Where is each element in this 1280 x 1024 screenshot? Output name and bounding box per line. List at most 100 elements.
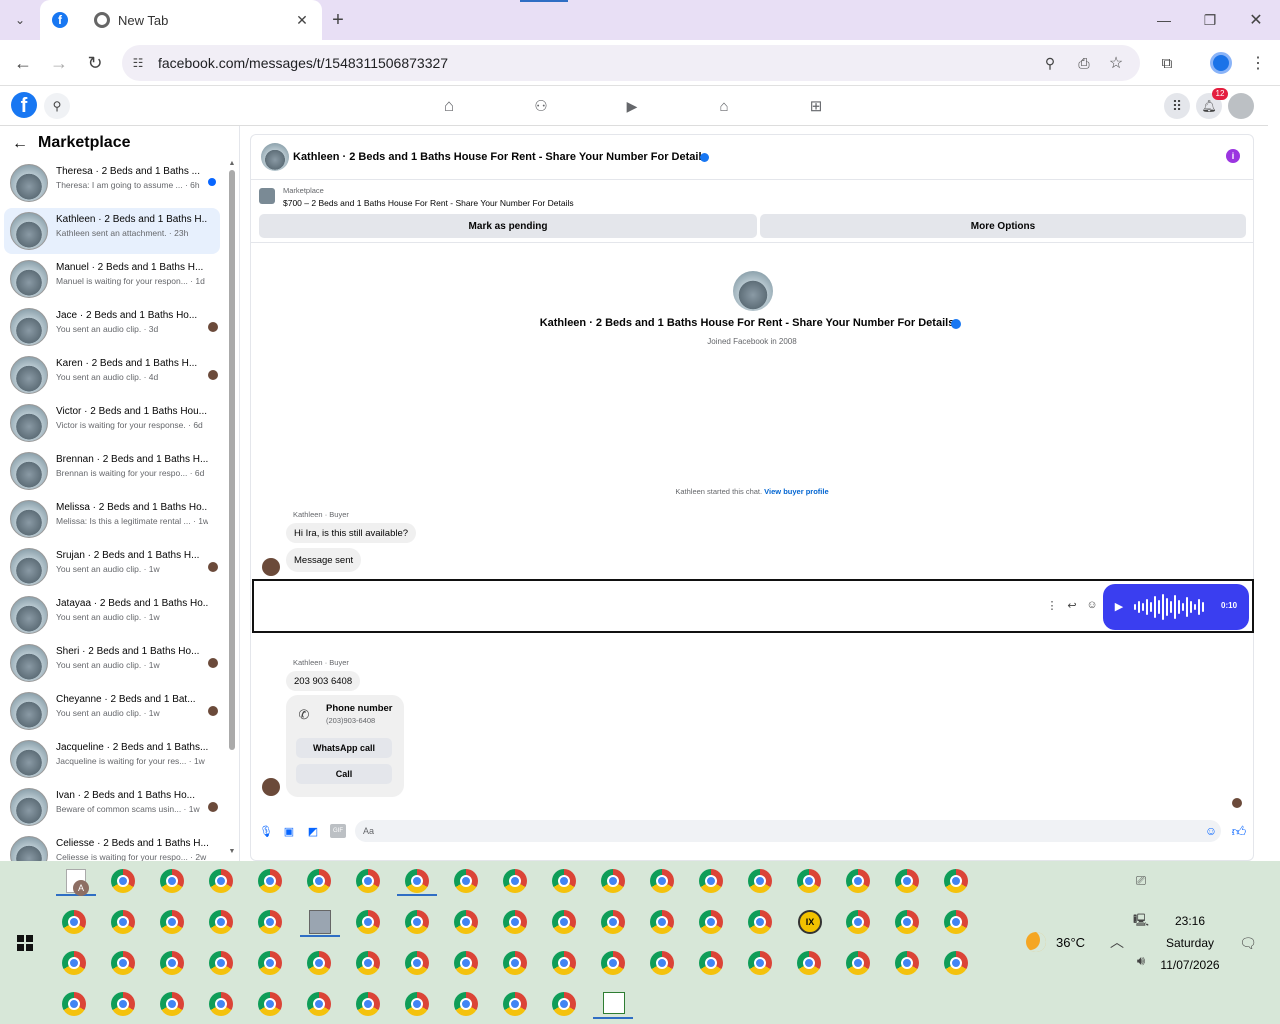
search-icon[interactable]: ⚲ bbox=[44, 93, 70, 119]
video-icon[interactable]: ▶ bbox=[619, 94, 645, 118]
header-avatar[interactable] bbox=[261, 143, 289, 171]
chrome-app-icon[interactable] bbox=[405, 951, 429, 975]
chrome-app-icon[interactable] bbox=[454, 869, 478, 893]
profile-avatar[interactable] bbox=[733, 271, 773, 311]
chrome-app-icon[interactable] bbox=[62, 910, 86, 934]
chrome-app-icon[interactable] bbox=[503, 910, 527, 934]
chrome-app-icon[interactable] bbox=[209, 910, 233, 934]
notification-center-icon[interactable]: 🗨︎ bbox=[1238, 933, 1258, 953]
conversation-item[interactable]: Manuel · 2 Beds and 1 Baths H... Manuel i… bbox=[4, 256, 220, 302]
chrome-app-icon[interactable] bbox=[895, 869, 919, 893]
reply-icon[interactable]: ↩ bbox=[1064, 597, 1080, 613]
sender-avatar[interactable] bbox=[262, 558, 280, 576]
scroll-up-icon[interactable]: ▲ bbox=[226, 158, 238, 168]
home-icon[interactable]: ⌂ bbox=[436, 94, 462, 118]
chrome-app-icon[interactable] bbox=[503, 992, 527, 1016]
reload-icon[interactable]: ↻ bbox=[82, 50, 108, 76]
conversation-item[interactable]: Kathleen · 2 Beds and 1 Baths H... Kathle… bbox=[4, 208, 220, 254]
bookmark-star-icon[interactable]: ☆ bbox=[1106, 53, 1126, 73]
scroll-down-icon[interactable]: ▼ bbox=[226, 846, 238, 856]
chevron-up-icon[interactable]: ︿ bbox=[1108, 932, 1126, 952]
extensions-icon[interactable]: ⧉ bbox=[1156, 52, 1178, 74]
url-text[interactable]: facebook.com/messages/t/1548311506873327 bbox=[158, 55, 448, 71]
chrome-app-icon[interactable] bbox=[307, 951, 331, 975]
weather-icon[interactable] bbox=[1026, 932, 1046, 952]
more-options-button[interactable]: More Options bbox=[760, 214, 1246, 238]
microphone-icon[interactable]: 🎙︎ bbox=[259, 823, 273, 839]
chrome-app-icon[interactable] bbox=[209, 992, 233, 1016]
conversation-item[interactable]: Ivan · 2 Beds and 1 Baths Ho... Beware of… bbox=[4, 784, 220, 830]
conversation-item[interactable]: Karen · 2 Beds and 1 Baths H... You sent … bbox=[4, 352, 220, 398]
chrome-app-icon[interactable] bbox=[797, 869, 821, 893]
chrome-app-icon[interactable] bbox=[895, 910, 919, 934]
chrome-app-icon[interactable] bbox=[405, 869, 429, 893]
whatsapp-call-button[interactable]: WhatsApp call bbox=[296, 738, 392, 758]
app-preview-icon[interactable] bbox=[309, 910, 331, 934]
gif-icon[interactable]: GIF bbox=[330, 824, 346, 838]
chrome-app-icon[interactable] bbox=[160, 910, 184, 934]
sender-avatar[interactable] bbox=[262, 778, 280, 796]
chat-header-title[interactable]: Kathleen · 2 Beds and 1 Baths House For … bbox=[293, 151, 708, 163]
chrome-app-icon[interactable] bbox=[307, 992, 331, 1016]
message-bubble[interactable]: Message sent bbox=[286, 548, 362, 572]
chrome-app-icon[interactable] bbox=[209, 951, 233, 975]
chrome-app-icon[interactable] bbox=[160, 869, 184, 893]
like-thumb-icon[interactable]: 👍︎ bbox=[1231, 822, 1247, 840]
windows-start-icon[interactable] bbox=[17, 935, 33, 951]
chrome-app-icon[interactable] bbox=[454, 992, 478, 1016]
chrome-app-icon[interactable] bbox=[944, 869, 968, 893]
chrome-app-icon[interactable] bbox=[552, 951, 576, 975]
photo-icon[interactable]: ▣ bbox=[282, 823, 296, 839]
chrome-app-icon[interactable] bbox=[258, 992, 282, 1016]
minimize-icon[interactable]: — bbox=[1150, 8, 1178, 32]
forward-icon[interactable]: → bbox=[46, 50, 72, 76]
restore-icon[interactable]: ❐ bbox=[1196, 8, 1224, 32]
emoji-icon[interactable]: ☺ bbox=[1203, 823, 1219, 839]
chrome-app-icon[interactable] bbox=[454, 951, 478, 975]
chrome-app-icon[interactable] bbox=[944, 951, 968, 975]
mark-pending-button[interactable]: Mark as pending bbox=[259, 214, 757, 238]
chrome-app-icon[interactable] bbox=[748, 869, 772, 893]
conversation-item[interactable]: Srujan · 2 Beds and 1 Baths H... You sent… bbox=[4, 544, 220, 590]
menu-grid-icon[interactable]: ⠿ bbox=[1164, 93, 1190, 119]
tab-search-button[interactable]: ⌄ bbox=[8, 8, 32, 32]
chrome-app-icon[interactable] bbox=[552, 992, 576, 1016]
chrome-app-icon[interactable] bbox=[944, 910, 968, 934]
react-emoji-icon[interactable]: ☺ bbox=[1084, 597, 1100, 613]
conversation-item[interactable]: Cheyanne · 2 Beds and 1 Bat... You sent a… bbox=[4, 688, 220, 734]
weather-temp[interactable]: 36°C bbox=[1056, 935, 1085, 950]
marketplace-icon[interactable]: ⌂ bbox=[711, 94, 737, 118]
chrome-app-icon[interactable] bbox=[356, 869, 380, 893]
chrome-app-icon[interactable] bbox=[650, 951, 674, 975]
conversation-item[interactable]: Brennan · 2 Beds and 1 Baths H... Brennan… bbox=[4, 448, 220, 494]
chrome-app-icon[interactable] bbox=[356, 910, 380, 934]
volume-icon[interactable]: 🔊︎ bbox=[1132, 952, 1150, 970]
more-actions-icon[interactable]: ⋮ bbox=[1046, 597, 1058, 613]
conversation-item[interactable]: Melissa · 2 Beds and 1 Baths Ho... Meliss… bbox=[4, 496, 220, 542]
scrollbar-right[interactable] bbox=[1268, 86, 1280, 861]
chrome-app-icon[interactable] bbox=[209, 869, 233, 893]
view-buyer-profile-link[interactable]: View buyer profile bbox=[764, 487, 828, 496]
chrome-app-icon[interactable] bbox=[405, 910, 429, 934]
chrome-app-icon[interactable] bbox=[797, 951, 821, 975]
gaming-icon[interactable]: ⊞ bbox=[803, 94, 829, 118]
chrome-app-icon[interactable] bbox=[846, 951, 870, 975]
back-icon[interactable]: ← bbox=[10, 50, 36, 76]
network-icon[interactable]: 🖳︎ bbox=[1132, 912, 1150, 930]
chrome-menu-icon[interactable]: ⋮ bbox=[1248, 52, 1268, 74]
conversation-item[interactable]: Victor · 2 Beds and 1 Baths Hou... Victor… bbox=[4, 400, 220, 446]
chrome-app-icon[interactable] bbox=[258, 869, 282, 893]
facebook-logo-icon[interactable]: f bbox=[11, 92, 37, 118]
chrome-app-icon[interactable] bbox=[846, 910, 870, 934]
chrome-app-icon[interactable] bbox=[307, 869, 331, 893]
chrome-app-icon[interactable] bbox=[895, 951, 919, 975]
chrome-app-icon[interactable] bbox=[846, 869, 870, 893]
conversation-item[interactable]: Jacqueline · 2 Beds and 1 Baths... Jacque… bbox=[4, 736, 220, 782]
conversation-item[interactable]: Jatayaa · 2 Beds and 1 Baths Ho... You se… bbox=[4, 592, 220, 638]
install-app-icon[interactable]: ⎙ bbox=[1074, 53, 1094, 73]
message-bubble[interactable]: 203 903 6408 bbox=[286, 671, 361, 691]
chrome-app-icon[interactable] bbox=[650, 869, 674, 893]
close-tab-icon[interactable]: ✕ bbox=[292, 10, 312, 30]
sidebar-scrollbar[interactable] bbox=[229, 170, 235, 750]
chrome-app-icon[interactable] bbox=[503, 869, 527, 893]
